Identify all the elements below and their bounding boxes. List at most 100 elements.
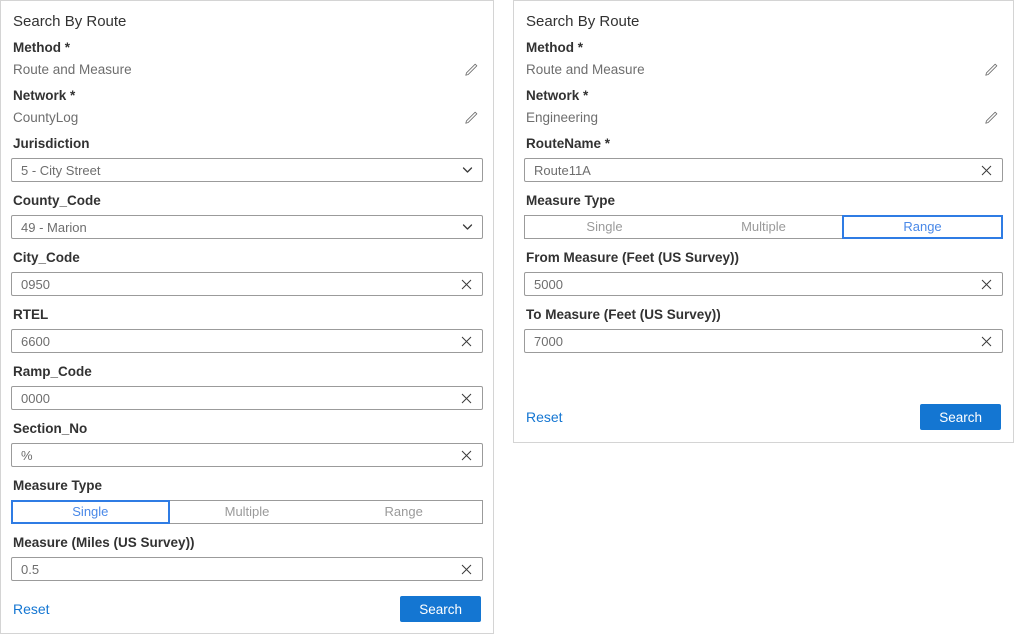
county-code-field: County_Code 49 - Marion [11, 194, 483, 239]
measure-input-box [11, 557, 483, 581]
measure-type-option-multiple[interactable]: Multiple [169, 501, 326, 523]
method-edit-button[interactable] [984, 62, 999, 77]
network-value: CountyLog [13, 110, 78, 125]
measure-type-label: Measure Type [13, 479, 481, 493]
from-measure-field: From Measure (Feet (US Survey)) [524, 251, 1003, 296]
from-measure-input[interactable] [534, 277, 974, 292]
reset-link[interactable]: Reset [526, 409, 563, 425]
county-code-select[interactable]: 49 - Marion [11, 215, 483, 239]
network-value-row: CountyLog [13, 110, 481, 125]
from-measure-label: From Measure (Feet (US Survey)) [526, 251, 1001, 265]
city-code-input[interactable] [21, 277, 454, 292]
ramp-code-clear-button[interactable] [460, 392, 473, 405]
measure-input[interactable] [21, 562, 454, 577]
route-name-clear-button[interactable] [980, 164, 993, 177]
x-icon [460, 335, 473, 348]
network-edit-button[interactable] [464, 110, 479, 125]
section-no-field: Section_No [11, 422, 483, 467]
x-icon [460, 563, 473, 576]
rtel-field: RTEL [11, 308, 483, 353]
section-no-clear-button[interactable] [460, 449, 473, 462]
section-no-input[interactable] [21, 448, 454, 463]
network-label: Network * [526, 89, 1001, 103]
network-value: Engineering [526, 110, 598, 125]
method-value: Route and Measure [13, 62, 132, 77]
section-no-input-box [11, 443, 483, 467]
jurisdiction-select[interactable]: 5 - City Street [11, 158, 483, 182]
panel-title: Search By Route [526, 14, 1001, 29]
chevron-down-icon [462, 165, 473, 175]
to-measure-input[interactable] [534, 334, 974, 349]
pencil-icon [984, 110, 999, 125]
measure-type-option-single[interactable]: Single [525, 216, 684, 238]
county-code-label: County_Code [13, 194, 481, 208]
search-panel-countylog: Search By Route Method * Route and Measu… [0, 0, 494, 634]
ramp-code-field: Ramp_Code [11, 365, 483, 410]
jurisdiction-label: Jurisdiction [13, 137, 481, 151]
method-label: Method * [526, 41, 1001, 55]
jurisdiction-field: Jurisdiction 5 - City Street [11, 137, 483, 182]
search-panel-engineering: Search By Route Method * Route and Measu… [513, 0, 1014, 443]
route-name-input-box [524, 158, 1003, 182]
measure-type-option-range[interactable]: Range [843, 216, 1002, 238]
measure-field: Measure (Miles (US Survey)) [11, 536, 483, 581]
network-value-row: Engineering [526, 110, 1001, 125]
method-field: Method * Route and Measure [11, 41, 483, 77]
method-value: Route and Measure [526, 62, 645, 77]
measure-type-option-single[interactable]: Single [12, 501, 169, 523]
to-measure-label: To Measure (Feet (US Survey)) [526, 308, 1001, 322]
x-icon [980, 278, 993, 291]
to-measure-field: To Measure (Feet (US Survey)) [524, 308, 1003, 353]
panel-footer: Reset Search [526, 404, 1001, 430]
pencil-icon [464, 110, 479, 125]
network-label: Network * [13, 89, 481, 103]
ramp-code-label: Ramp_Code [13, 365, 481, 379]
method-field: Method * Route and Measure [524, 41, 1003, 77]
city-code-field: City_Code [11, 251, 483, 296]
x-icon [460, 278, 473, 291]
measure-type-label: Measure Type [526, 194, 1001, 208]
search-button[interactable]: Search [920, 404, 1001, 430]
rtel-label: RTEL [13, 308, 481, 322]
network-edit-button[interactable] [984, 110, 999, 125]
city-code-label: City_Code [13, 251, 481, 265]
x-icon [980, 164, 993, 177]
measure-clear-button[interactable] [460, 563, 473, 576]
rtel-input[interactable] [21, 334, 454, 349]
panel-footer: Reset Search [13, 596, 481, 622]
city-code-clear-button[interactable] [460, 278, 473, 291]
rtel-clear-button[interactable] [460, 335, 473, 348]
search-button[interactable]: Search [400, 596, 481, 622]
ramp-code-input[interactable] [21, 391, 454, 406]
search-by-route-workspace: Search By Route Method * Route and Measu… [0, 0, 1014, 634]
pencil-icon [464, 62, 479, 77]
measure-type-segmented: Single Multiple Range [524, 215, 1003, 239]
to-measure-clear-button[interactable] [980, 335, 993, 348]
reset-link[interactable]: Reset [13, 601, 50, 617]
route-name-field: RouteName * [524, 137, 1003, 182]
measure-type-field: Measure Type Single Multiple Range [11, 479, 483, 524]
method-value-row: Route and Measure [526, 62, 1001, 77]
measure-type-segmented: Single Multiple Range [11, 500, 483, 524]
route-name-input[interactable] [534, 163, 974, 178]
measure-type-field: Measure Type Single Multiple Range [524, 194, 1003, 239]
from-measure-input-box [524, 272, 1003, 296]
chevron-down-icon [462, 222, 473, 232]
pencil-icon [984, 62, 999, 77]
rtel-input-box [11, 329, 483, 353]
method-value-row: Route and Measure [13, 62, 481, 77]
from-measure-clear-button[interactable] [980, 278, 993, 291]
x-icon [460, 392, 473, 405]
x-icon [980, 335, 993, 348]
route-name-label: RouteName * [526, 137, 1001, 151]
section-no-label: Section_No [13, 422, 481, 436]
county-code-selected-value: 49 - Marion [21, 220, 87, 235]
measure-type-option-multiple[interactable]: Multiple [684, 216, 843, 238]
city-code-input-box [11, 272, 483, 296]
jurisdiction-selected-value: 5 - City Street [21, 163, 100, 178]
measure-type-option-range[interactable]: Range [325, 501, 482, 523]
method-label: Method * [13, 41, 481, 55]
method-edit-button[interactable] [464, 62, 479, 77]
to-measure-input-box [524, 329, 1003, 353]
panel-title: Search By Route [13, 14, 481, 29]
